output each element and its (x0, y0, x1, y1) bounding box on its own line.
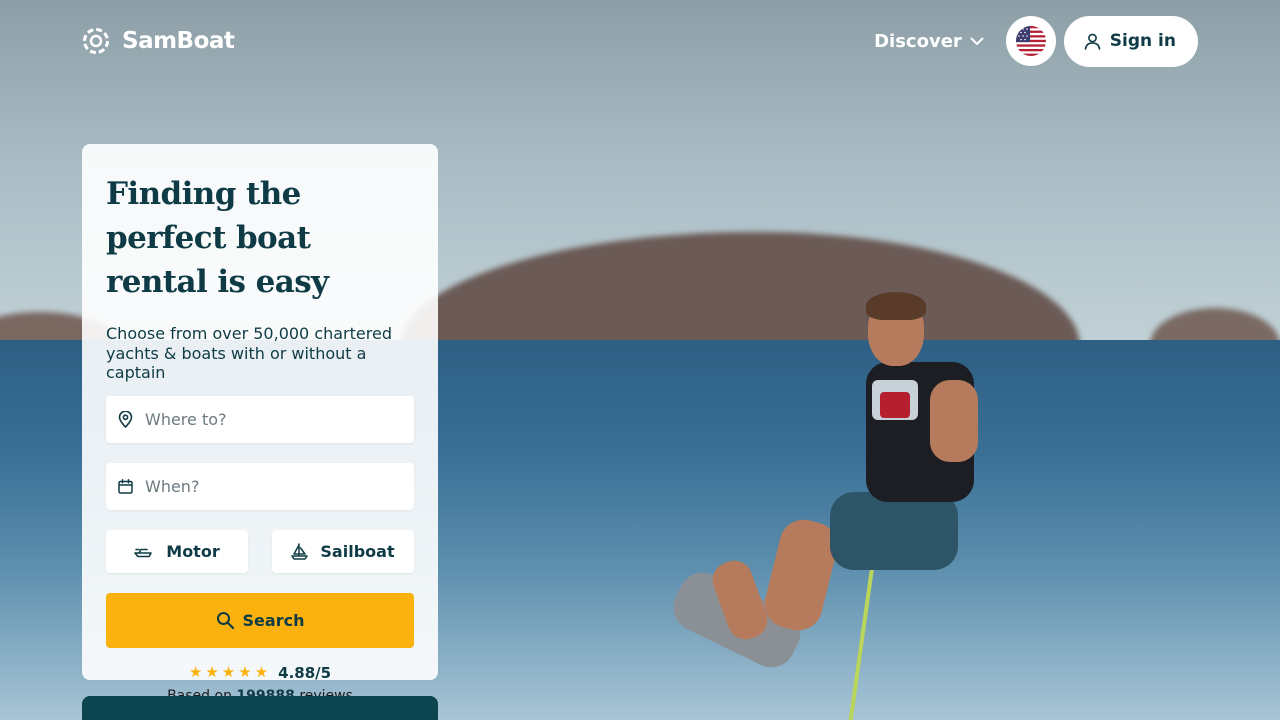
star-icon: ★ (238, 663, 252, 681)
sign-in-button[interactable]: Sign in (1063, 15, 1198, 67)
rating-value: 4.88/5 (278, 663, 332, 682)
star-icon: ★ (188, 663, 203, 681)
search-icon (216, 611, 234, 629)
language-selector-button[interactable] (1005, 16, 1056, 66)
discover-menu[interactable]: Discover (874, 31, 984, 52)
star-icon: ★ (205, 663, 219, 681)
map-pin-icon (118, 410, 133, 428)
date-field[interactable] (106, 462, 414, 510)
star-icon: ★ (221, 663, 236, 681)
rating-stars: ★ ★ ★ ★ ★ (189, 665, 268, 680)
motor-type-button[interactable]: Motor (106, 529, 248, 573)
boat-type-selector: Motor Sailboat (106, 529, 414, 573)
secondary-card-top (82, 696, 438, 720)
hero-subtitle: Choose from over 50,000 chartered yachts… (106, 324, 392, 382)
site-header: SamBoat Discover Sign in (0, 0, 1280, 82)
user-icon (1084, 33, 1101, 50)
destination-input[interactable] (145, 409, 385, 429)
chevron-down-icon (970, 37, 984, 45)
destination-field[interactable] (106, 395, 414, 443)
search-card: Finding the perfect boat rental is easy … (82, 144, 438, 704)
calendar-icon (118, 478, 133, 494)
motor-type-label: Motor (166, 541, 220, 561)
sailboat-icon (291, 542, 309, 560)
date-input[interactable] (145, 476, 385, 496)
rating-summary: ★ ★ ★ ★ ★ 4.88/5 (106, 664, 414, 682)
rider-arm (930, 380, 978, 462)
samboat-logo[interactable]: SamBoat (82, 27, 235, 55)
search-button[interactable]: Search (106, 592, 414, 648)
sign-in-label: Sign in (1109, 31, 1176, 51)
rider-hair (866, 292, 926, 320)
brand-name: SamBoat (122, 28, 235, 54)
lifebuoy-logo-icon (83, 28, 109, 54)
motorboat-icon (134, 548, 153, 557)
vest-panel-red (880, 392, 910, 418)
sailboat-type-label: Sailboat (320, 541, 395, 561)
rider-shorts (830, 492, 958, 570)
discover-label: Discover (874, 30, 962, 52)
search-label: Search (242, 610, 305, 630)
header-nav: Discover Sign in (874, 15, 1198, 67)
hero-title: Finding the perfect boat rental is easy (106, 176, 329, 300)
sailboat-type-button[interactable]: Sailboat (272, 529, 414, 573)
us-flag-icon (1015, 26, 1046, 56)
star-icon: ★ (254, 663, 269, 681)
